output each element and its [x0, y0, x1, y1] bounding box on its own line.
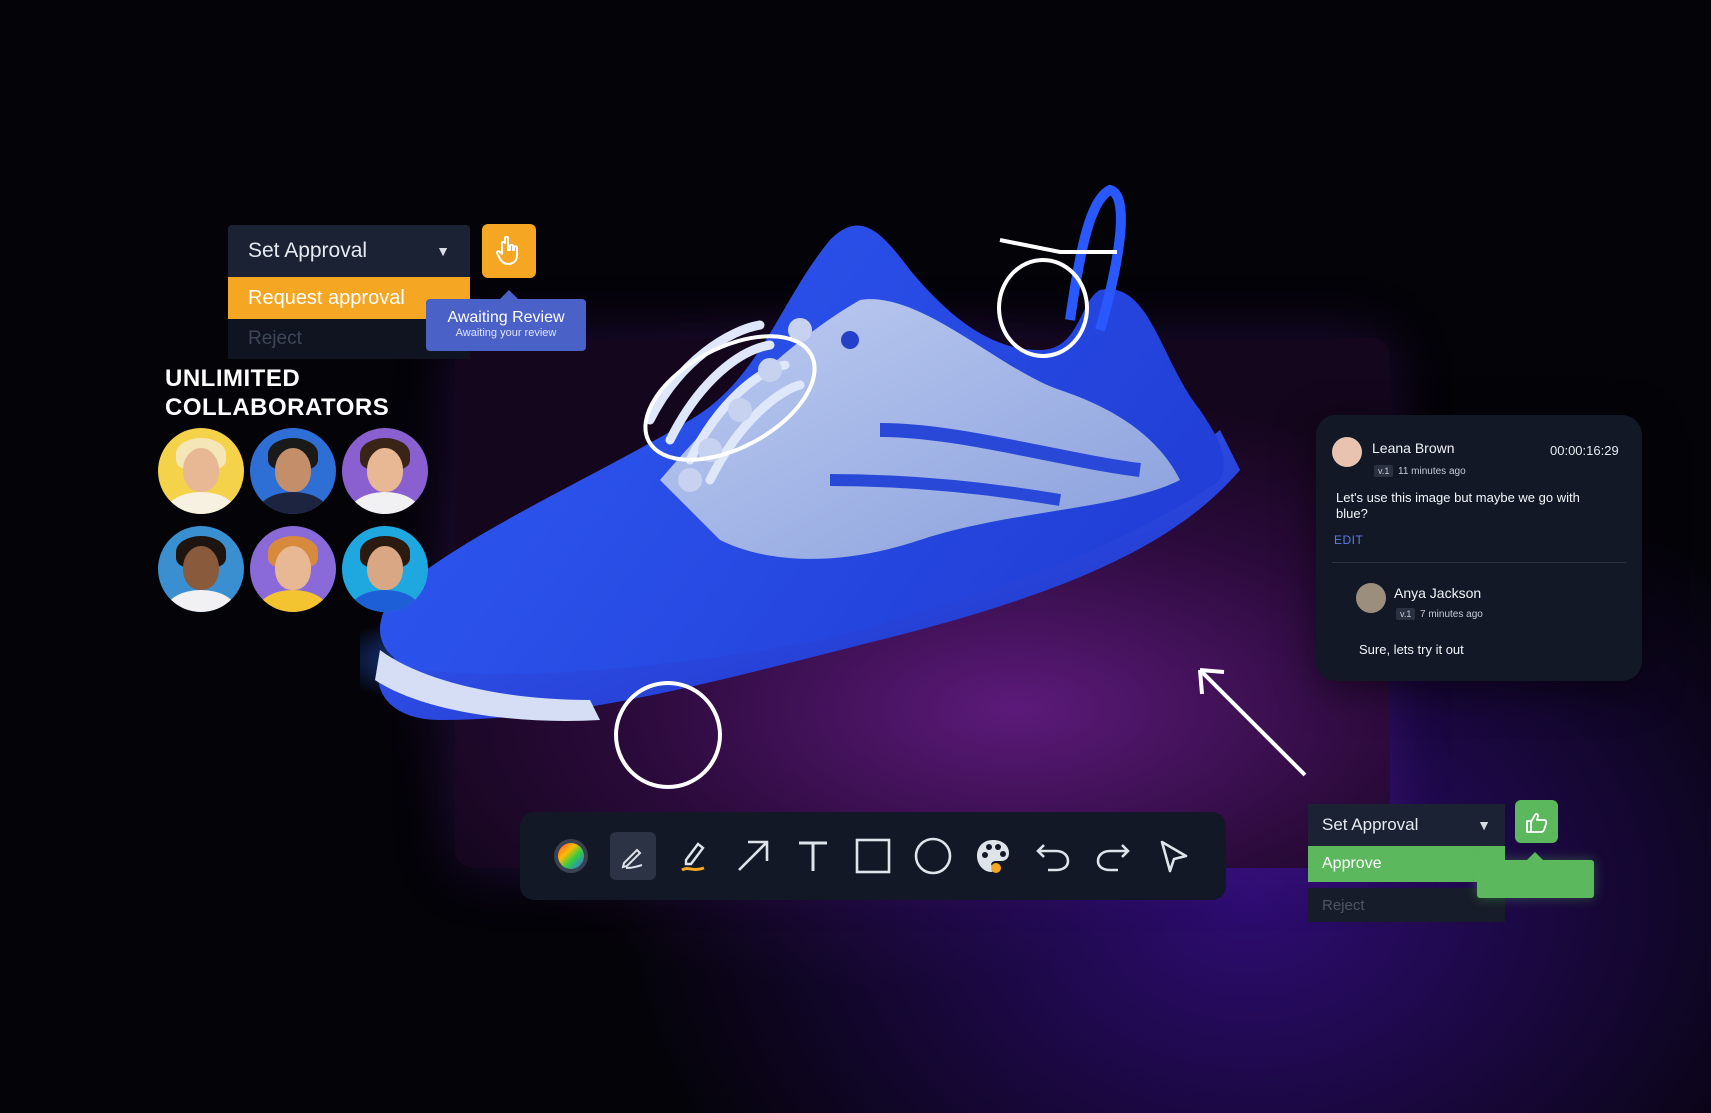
collaborator-avatars — [158, 428, 430, 613]
version-badge: v.1 — [1396, 608, 1416, 620]
annotation-toolbar — [520, 812, 1226, 900]
comment-time: 11 minutes ago — [1398, 466, 1466, 477]
reply-author: Anya Jackson — [1394, 585, 1482, 601]
comment-text: Let's use this image but maybe we go wit… — [1336, 490, 1626, 522]
thumbs-up-hand-icon — [1525, 812, 1547, 833]
avatar[interactable] — [158, 526, 244, 612]
comment-text-line1: Let's use this image but maybe we go wit… — [1336, 490, 1580, 505]
avatar[interactable] — [250, 428, 336, 514]
caret-down-icon: ▼ — [436, 243, 450, 259]
set-approval-select[interactable]: Set Approval ▼ — [228, 225, 470, 277]
pen-icon[interactable] — [609, 832, 657, 880]
comment-text-line2: blue? — [1336, 506, 1368, 521]
edit-comment-link[interactable]: EDIT — [1334, 533, 1363, 547]
avatar[interactable] — [342, 526, 428, 612]
comments-panel: Leana Brown 00:00:16:29 v.1 11 minutes a… — [1316, 415, 1642, 681]
rectangle-icon[interactable] — [844, 826, 902, 886]
select-pointer-icon[interactable] — [1144, 826, 1202, 886]
reply-text: Sure, lets try it out — [1359, 642, 1464, 657]
comment-timecode[interactable]: 00:00:16:29 — [1550, 443, 1619, 458]
option-reject[interactable]: Reject — [1308, 888, 1505, 922]
set-approval-select[interactable]: Set Approval ▼ — [1308, 804, 1505, 846]
approve-tooltip — [1477, 852, 1594, 898]
collaborators-heading-line1: UNLIMITED — [165, 365, 301, 392]
awaiting-review-tooltip: Awaiting Review Awaiting your review — [426, 290, 586, 351]
caret-down-icon: ▼ — [1477, 817, 1491, 833]
tooltip-subtitle: Awaiting your review — [455, 327, 557, 339]
color-wheel-icon[interactable] — [542, 826, 600, 886]
redo-icon[interactable] — [1084, 826, 1142, 886]
set-approval-label: Set Approval — [1322, 815, 1419, 834]
approve-button[interactable] — [1515, 800, 1558, 843]
approval-dropdown-bottom[interactable]: Set Approval ▼ Approve Reject — [1308, 804, 1505, 922]
collaborators-heading: UNLIMITED COLLABORATORS — [165, 364, 425, 422]
version-badge: v.1 — [1374, 465, 1394, 477]
tooltip-title: Awaiting Review — [447, 309, 565, 326]
comment-author: Leana Brown — [1372, 440, 1455, 456]
highlighter-icon[interactable] — [664, 826, 722, 886]
avatar[interactable] — [250, 526, 336, 612]
avatar[interactable] — [158, 428, 244, 514]
collaborators-heading-line2: COLLABORATORS — [165, 394, 390, 421]
request-approval-button[interactable] — [482, 224, 536, 278]
ellipse-icon[interactable] — [904, 826, 962, 886]
reply-time: 7 minutes ago — [1420, 609, 1483, 620]
avatar[interactable] — [342, 428, 428, 514]
pointer-hand-icon — [495, 235, 518, 265]
text-icon[interactable] — [784, 826, 842, 886]
arrow-icon[interactable] — [724, 826, 782, 886]
palette-icon[interactable] — [964, 826, 1022, 886]
undo-icon[interactable] — [1024, 826, 1082, 886]
option-approve[interactable]: Approve — [1308, 846, 1505, 882]
set-approval-label: Set Approval — [248, 239, 368, 262]
avatar — [1332, 437, 1362, 467]
comment-divider — [1332, 562, 1626, 563]
avatar — [1356, 583, 1386, 613]
